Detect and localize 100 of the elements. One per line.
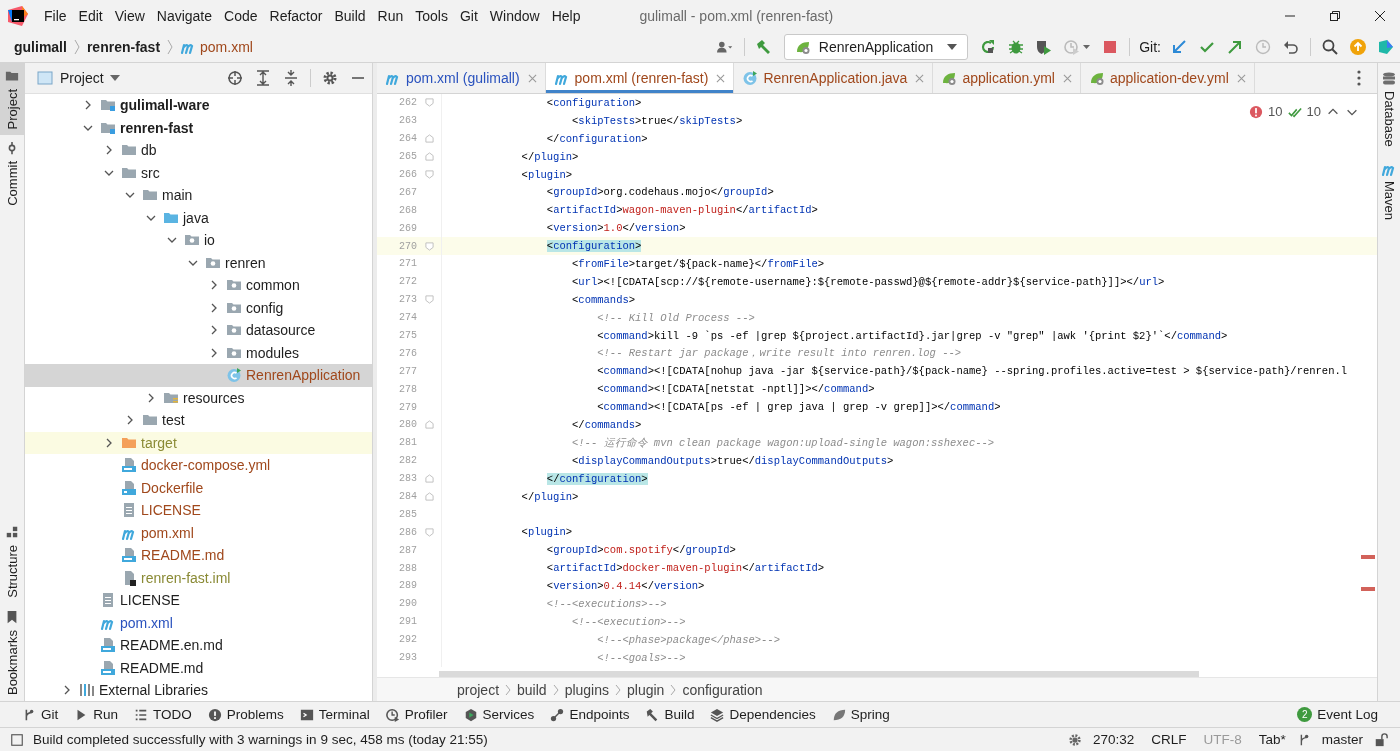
tree-row[interactable]: main (25, 184, 372, 207)
tree-row[interactable]: test (25, 409, 372, 432)
fold-marker-icon[interactable] (424, 170, 434, 179)
tree-row[interactable]: pom.xml (25, 611, 372, 634)
restore-icon[interactable] (1329, 10, 1341, 22)
editor-tab[interactable]: RenrenApplication.java (734, 63, 934, 93)
tree-row[interactable]: common (25, 274, 372, 297)
crosshair-icon[interactable] (227, 70, 243, 86)
tree-row[interactable]: docker-compose.yml (25, 454, 372, 477)
status-item[interactable]: 270:32 (1092, 732, 1135, 747)
tree-row[interactable]: pom.xml (25, 521, 372, 544)
square-icon[interactable] (10, 732, 24, 747)
hammer-icon[interactable] (755, 39, 772, 55)
tool-window-tab[interactable]: Database (1378, 63, 1400, 153)
more-icon[interactable] (1357, 70, 1361, 86)
tool-window-button[interactable]: Terminal (291, 702, 378, 727)
editor-tab[interactable]: application.yml (933, 63, 1081, 93)
tree-row[interactable]: target (25, 431, 372, 454)
user-icon[interactable] (716, 39, 733, 55)
close-icon[interactable] (1374, 10, 1386, 22)
menu-item[interactable]: Refactor (264, 8, 330, 24)
tool-window-button[interactable]: TODO (126, 702, 200, 727)
breadcrumb[interactable]: project (457, 681, 500, 698)
error-count[interactable]: 10 (1268, 104, 1283, 119)
tree-row[interactable]: modules (25, 341, 372, 364)
bug-icon[interactable] (1008, 39, 1025, 55)
status-item[interactable]: CRLF (1151, 732, 1187, 747)
expand-all-icon[interactable] (255, 70, 271, 86)
undo-icon[interactable] (1283, 39, 1299, 55)
fold-marker-icon[interactable] (424, 527, 434, 537)
tool-window-button[interactable]: Profiler (377, 702, 456, 727)
unlock-icon[interactable] (1374, 732, 1388, 747)
tool-window-button[interactable]: Problems (199, 702, 292, 727)
tool-window-tab[interactable]: Structure (0, 519, 24, 604)
editor-tab[interactable]: application-dev.yml (1081, 63, 1255, 93)
tool-window-button[interactable]: Spring (823, 702, 898, 727)
panel-title[interactable]: Project (60, 70, 104, 86)
breadcrumb[interactable]: pom.xml (200, 39, 253, 55)
arrow-up-right-icon[interactable] (1227, 39, 1243, 55)
tool-window-tab[interactable]: Project (0, 63, 24, 136)
breadcrumb[interactable]: configuration (682, 681, 763, 698)
tool-window-button[interactable]: Endpoints (542, 702, 638, 727)
menu-item[interactable]: Tools (410, 8, 455, 24)
fold-marker-icon[interactable] (424, 420, 434, 430)
menu-item[interactable]: Code (219, 8, 265, 24)
tool-window-button[interactable]: 2 Event Log (1289, 702, 1386, 727)
menu-item[interactable]: View (109, 8, 152, 24)
tool-window-tab[interactable]: Commit (0, 135, 24, 213)
tool-window-button[interactable]: Build (637, 702, 703, 727)
menu-item[interactable]: Run (372, 8, 411, 24)
toolbox-logo-icon[interactable] (1378, 39, 1394, 55)
menu-item[interactable]: Help (546, 8, 588, 24)
fold-marker-icon[interactable] (424, 241, 434, 251)
tree-row[interactable]: io (25, 229, 372, 252)
tree-row[interactable]: RenrenApplication (25, 364, 372, 387)
fold-marker-icon[interactable] (424, 295, 434, 305)
stop-icon[interactable] (1102, 39, 1119, 55)
settings-icon[interactable] (322, 70, 338, 86)
horizontal-scrollbar[interactable] (439, 671, 1199, 677)
tool-window-button[interactable]: Services (455, 702, 543, 727)
tool-window-tab[interactable]: Maven (1378, 152, 1400, 226)
breadcrumb[interactable]: gulimall (14, 39, 67, 55)
tree-row[interactable]: resources (25, 386, 372, 409)
tree-row[interactable]: README.md (25, 656, 372, 679)
menu-item[interactable]: Build (329, 8, 373, 24)
menu-item[interactable]: Navigate (151, 8, 220, 24)
editor-tab[interactable]: pom.xml (gulimall) (377, 63, 546, 93)
check-count[interactable]: 10 (1306, 104, 1321, 119)
fold-marker-icon[interactable] (424, 152, 434, 162)
collapse-all-icon[interactable] (283, 70, 299, 86)
menu-item[interactable]: File (39, 8, 74, 24)
tree-row[interactable]: README.en.md (25, 634, 372, 657)
status-item[interactable]: Tab* (1258, 732, 1286, 747)
tree-row[interactable]: renren (25, 251, 372, 274)
tree-row[interactable]: java (25, 206, 372, 229)
tree-row[interactable]: External Libraries (25, 679, 372, 701)
run-configuration-dropdown[interactable]: RenrenApplication (783, 34, 969, 60)
tree-row[interactable]: LICENSE (25, 589, 372, 612)
tree-row[interactable]: config (25, 296, 372, 319)
gear-icon[interactable] (1067, 732, 1082, 747)
menu-item[interactable]: Edit (73, 8, 110, 24)
tool-window-button[interactable]: Dependencies (702, 702, 824, 727)
tree-row[interactable]: Dockerfile (25, 476, 372, 499)
tree-row[interactable]: datasource (25, 319, 372, 342)
fold-marker-icon[interactable] (424, 134, 434, 144)
tool-window-tab[interactable]: Bookmarks (0, 603, 24, 701)
arrow-down-left-icon[interactable] (1171, 39, 1187, 55)
tree-row[interactable]: renren-fast.iml (25, 566, 372, 589)
tool-window-button[interactable]: Git (14, 702, 67, 727)
breadcrumb[interactable]: plugin (627, 681, 665, 698)
menu-item[interactable]: Window (484, 8, 547, 24)
tree-row[interactable]: gulimall-ware (25, 94, 372, 117)
checkmark-icon[interactable] (1199, 39, 1215, 55)
fold-marker-icon[interactable] (424, 492, 434, 502)
tree-row[interactable]: LICENSE (25, 499, 372, 522)
tree-row[interactable]: db (25, 139, 372, 162)
editor-tab[interactable]: pom.xml (renren-fast) (545, 63, 735, 93)
fold-marker-icon[interactable] (424, 474, 434, 484)
caret-icon[interactable] (109, 75, 120, 81)
breadcrumb[interactable]: plugins (564, 681, 609, 698)
